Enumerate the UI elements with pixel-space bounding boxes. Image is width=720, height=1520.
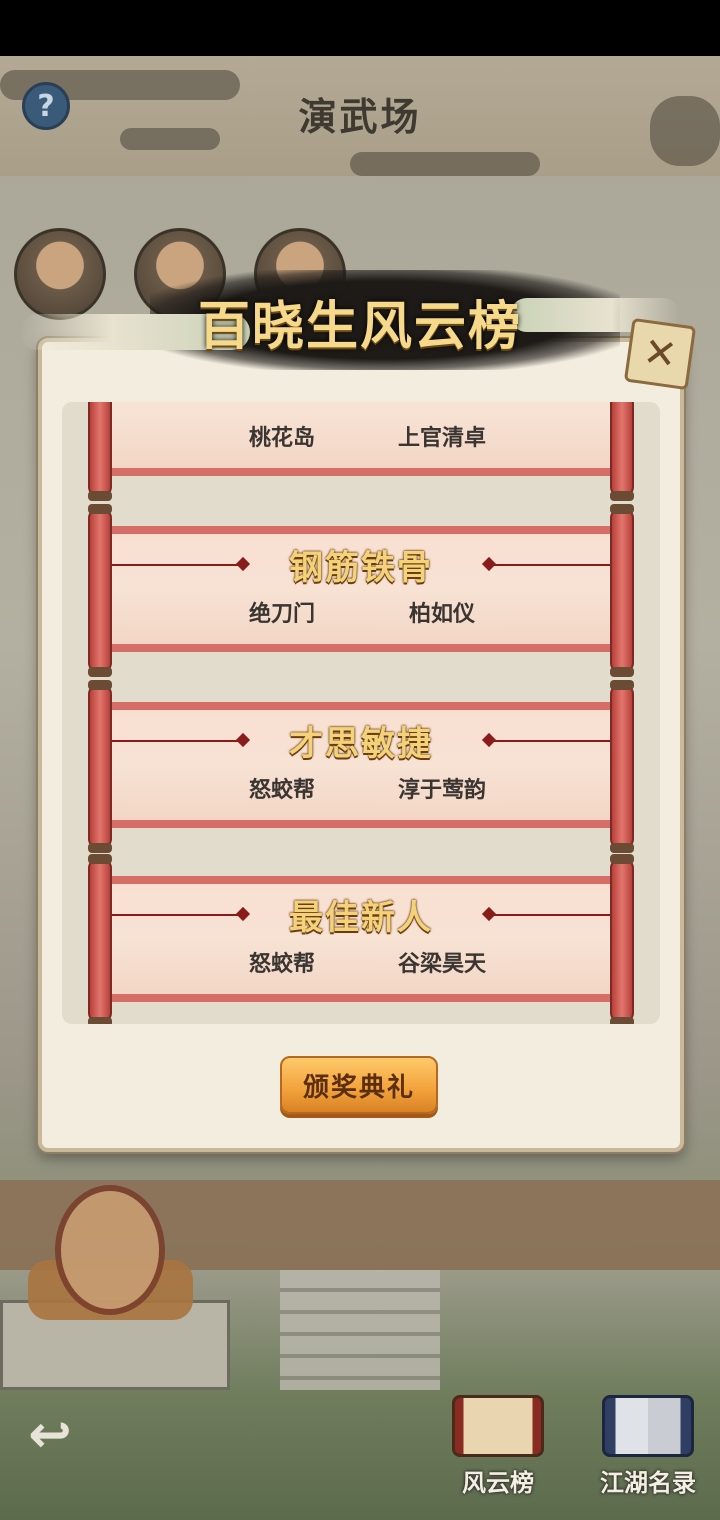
nav-fengyun-button[interactable]: 风云榜 <box>428 1395 568 1497</box>
ink-stroke <box>350 152 540 176</box>
award-scroll: 才思敏捷 怒蛟帮 淳于莺韵 <box>88 680 634 853</box>
award-person: 谷梁昊天 <box>397 952 486 977</box>
nav-label: 江湖名录 <box>600 1468 696 1497</box>
nav-jianghu-button[interactable]: 江湖名录 <box>578 1395 718 1497</box>
scroll-rod <box>610 680 634 853</box>
scroll-rod <box>88 504 112 677</box>
status-bar <box>0 0 720 56</box>
close-button[interactable]: ✕ <box>623 317 697 391</box>
award-sect: 桃花岛 <box>248 426 315 451</box>
award-person: 柏如仪 <box>408 602 475 627</box>
award-scroll: 最佳新人 怒蛟帮 谷梁昊天 <box>88 854 634 1024</box>
scroll-rod <box>610 504 634 677</box>
scroll-rod <box>610 854 634 1024</box>
award-sect: 绝刀门 <box>248 602 315 627</box>
scroll-paper: 才思敏捷 怒蛟帮 淳于莺韵 <box>112 702 610 828</box>
award-person: 上官清卓 <box>397 426 486 451</box>
award-ceremony-button[interactable]: 颁奖典礼 <box>280 1056 438 1114</box>
back-button[interactable]: ↩ <box>10 1400 90 1470</box>
award-title: 钢筋铁骨 <box>289 548 433 588</box>
scroll-paper: 最佳新人 怒蛟帮 谷梁昊天 <box>112 876 610 1002</box>
award-sect: 怒蛟帮 <box>248 778 315 803</box>
award-person: 淳于莺韵 <box>397 778 486 803</box>
back-arrow-icon: ↩ <box>28 1405 72 1465</box>
award-title: 最佳新人 <box>289 898 433 938</box>
award-title: 才思敏捷 <box>289 724 433 764</box>
scroll-rod <box>88 680 112 853</box>
close-icon: ✕ <box>640 328 680 380</box>
drum[interactable] <box>55 1185 165 1315</box>
scroll-rod <box>88 402 112 501</box>
scroll-icon <box>452 1395 544 1457</box>
awards-list[interactable]: 桃花岛 上官清卓 钢筋铁骨 绝刀门 柏如仪 才思敏捷 怒蛟帮 淳于莺韵 最佳新人… <box>62 402 660 1024</box>
nav-label: 风云榜 <box>462 1468 534 1497</box>
scroll-rod <box>610 402 634 501</box>
book-icon <box>602 1395 694 1457</box>
award-sect: 怒蛟帮 <box>248 952 315 977</box>
scroll-paper: 桃花岛 上官清卓 <box>112 402 610 476</box>
scene-title: 演武场 <box>298 94 422 139</box>
popup-title: 百晓生风云榜 <box>197 296 522 357</box>
award-scroll: 钢筋铁骨 绝刀门 柏如仪 <box>88 504 634 677</box>
award-scroll: 桃花岛 上官清卓 <box>88 402 634 501</box>
scroll-rod <box>88 854 112 1024</box>
popup-banner: 百晓生风云榜 <box>20 262 680 372</box>
scroll-paper: 钢筋铁骨 绝刀门 柏如仪 <box>112 526 610 652</box>
stairs <box>280 1270 440 1390</box>
